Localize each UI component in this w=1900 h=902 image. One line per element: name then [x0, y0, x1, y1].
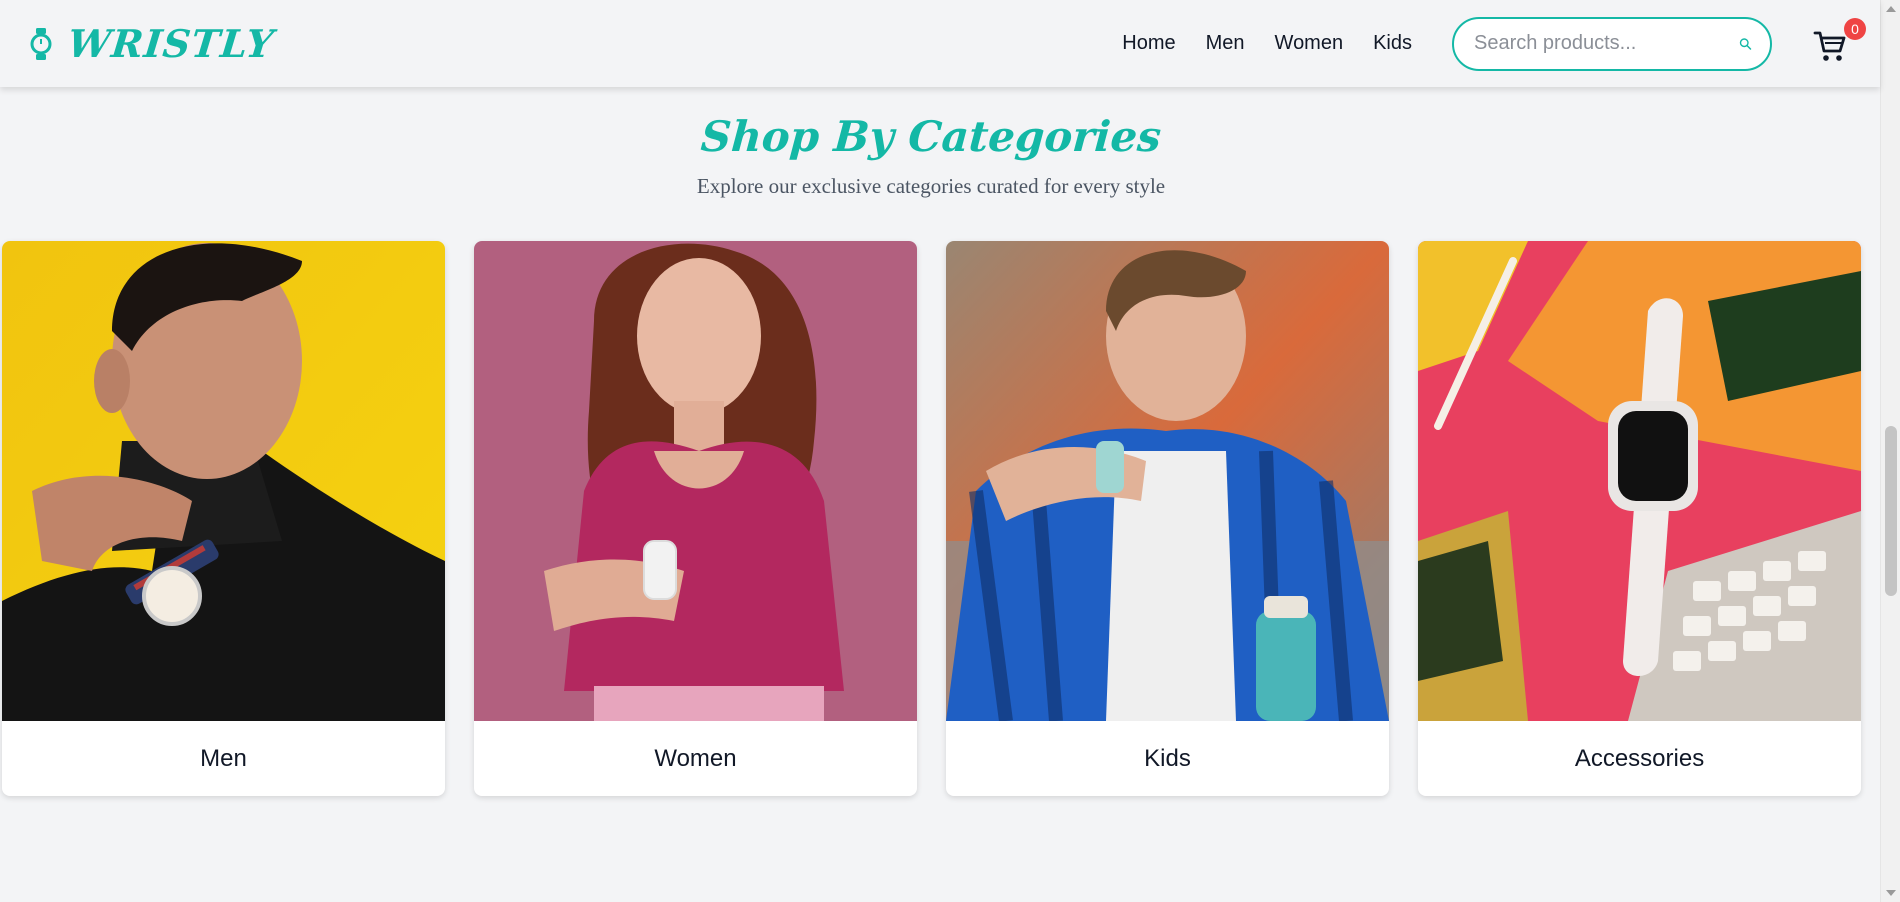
nav-link-women[interactable]: Women — [1275, 32, 1344, 55]
brand-name: WRISTLY — [65, 21, 277, 66]
scroll-thumb[interactable] — [1885, 426, 1897, 596]
category-card-women[interactable]: Women — [474, 241, 917, 796]
brand[interactable]: WRISTLY — [28, 21, 277, 66]
category-card-kids[interactable]: Kids — [946, 241, 1389, 796]
nav-link-men[interactable]: Men — [1206, 32, 1245, 55]
shopping-cart-icon — [1813, 31, 1846, 61]
page-scrollbar[interactable] — [1880, 0, 1900, 902]
category-image-women — [474, 241, 917, 721]
category-image-kids — [946, 241, 1389, 721]
category-label-women: Women — [654, 744, 737, 772]
scroll-down-arrow-icon[interactable] — [1886, 890, 1896, 896]
category-card-men[interactable]: Men — [2, 241, 445, 796]
category-card-accessories[interactable]: Accessories — [1418, 241, 1861, 796]
watch-icon — [30, 27, 52, 60]
cart-button[interactable]: 0 — [1812, 17, 1866, 64]
search-input[interactable] — [1474, 32, 1739, 55]
search-icon[interactable] — [1739, 31, 1752, 57]
category-image-accessories — [1418, 241, 1861, 721]
main-nav: Home Men Women Kids — [1122, 32, 1412, 55]
cart-count-badge: 0 — [1844, 17, 1866, 40]
scroll-up-arrow-icon[interactable] — [1886, 6, 1896, 12]
category-image-men — [2, 241, 445, 721]
nav-link-home[interactable]: Home — [1122, 32, 1175, 55]
nav-link-kids[interactable]: Kids — [1373, 32, 1412, 55]
category-label-accessories: Accessories — [1574, 744, 1705, 772]
section-title: Shop By Categories — [699, 112, 1163, 161]
category-label-men: Men — [200, 744, 247, 772]
section-subtitle: Explore our exclusive categories curated… — [696, 174, 1166, 198]
category-grid: Men Women Kids Accessories — [2, 241, 1861, 796]
site-header: WRISTLY Home Men Women Kids 0 — [0, 0, 1880, 87]
search-box — [1452, 16, 1772, 71]
category-label-kids: Kids — [1144, 744, 1191, 772]
